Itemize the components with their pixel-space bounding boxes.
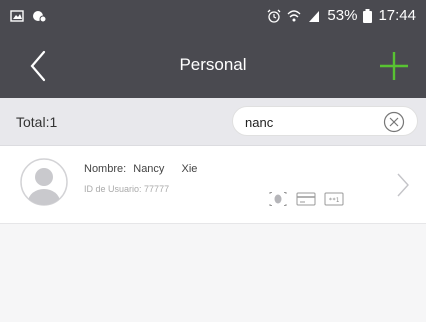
name-label: Nombre: (84, 163, 127, 175)
battery-icon (363, 8, 373, 23)
plus-icon[interactable] (376, 48, 412, 84)
search-box (232, 106, 418, 136)
battery-percent: 53% (327, 7, 358, 24)
clock: 17:44 (378, 7, 416, 24)
chevron-right-icon[interactable] (396, 172, 410, 198)
user-first-name: Nancy (133, 163, 165, 175)
user-last-name: Xie (181, 163, 198, 175)
user-id: 77777 (144, 184, 170, 194)
clear-circle-icon[interactable] (383, 111, 405, 133)
status-bar: 53% 17:44 (0, 0, 426, 34)
notification-icon (33, 11, 46, 23)
alarm-icon (267, 9, 281, 23)
signal-icon (309, 10, 320, 22)
fingerprint-icon (269, 192, 287, 206)
status-left (10, 9, 46, 23)
credential-icons: **1 (268, 192, 344, 206)
user-id-label: ID de Usuario: (84, 184, 142, 194)
wifi-icon (287, 9, 301, 21)
nav-bar: Personal (0, 34, 426, 98)
gallery-icon (10, 10, 24, 22)
status-right: 53% 17:44 (267, 7, 416, 24)
user-name-line: Nombre: Nancy Xie (84, 163, 197, 175)
total-count: Total:1 (16, 114, 58, 130)
search-input[interactable] (245, 111, 375, 133)
password-icon: **1 (324, 192, 344, 206)
user-id-line: ID de Usuario: 77777 (84, 184, 169, 194)
password-text: **1 (329, 197, 340, 204)
filter-bar: Total:1 (0, 98, 426, 146)
avatar (20, 158, 68, 206)
card-icon (296, 192, 316, 206)
user-list: Nombre: Nancy Xie ID de Usuario: 77777 *… (0, 146, 426, 224)
page-title: Personal (179, 55, 247, 74)
